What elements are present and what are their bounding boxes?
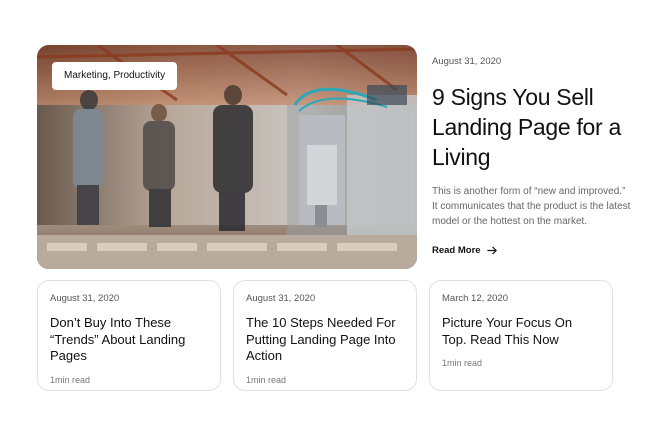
read-more-link[interactable]: Read More xyxy=(432,245,498,256)
read-time: 1min read xyxy=(246,374,287,385)
post-date: August 31, 2020 xyxy=(50,293,120,304)
post-card[interactable]: August 31, 2020 Don’t Buy Into These “Tr… xyxy=(37,280,221,391)
post-card[interactable]: March 12, 2020 Picture Your Focus On Top… xyxy=(429,280,613,391)
post-title[interactable]: Don’t Buy Into These “Trends” About Land… xyxy=(50,315,208,365)
post-card[interactable]: August 31, 2020 The 10 Steps Needed For … xyxy=(233,280,417,391)
category-tag[interactable]: Marketing, Productivity xyxy=(52,62,178,90)
post-title[interactable]: Picture Your Focus On Top. Read This Now xyxy=(442,315,600,348)
post-date: August 31, 2020 xyxy=(432,56,502,67)
read-more-label: Read More xyxy=(432,245,481,256)
read-time: 1min read xyxy=(50,374,91,385)
post-title[interactable]: The 10 Steps Needed For Putting Landing … xyxy=(246,315,404,365)
post-excerpt: This is another form of “new and improve… xyxy=(432,186,631,227)
post-date: March 12, 2020 xyxy=(442,293,509,304)
read-time: 1min read xyxy=(442,358,483,368)
featured-post: August 31, 2020 9 Signs You Sell Landing… xyxy=(432,56,632,258)
featured-image[interactable]: Marketing, Productivity xyxy=(37,45,417,269)
post-title[interactable]: 9 Signs You Sell Landing Page for a Livi… xyxy=(432,82,632,172)
arrow-right-icon xyxy=(486,246,497,255)
post-date: August 31, 2020 xyxy=(246,293,316,304)
